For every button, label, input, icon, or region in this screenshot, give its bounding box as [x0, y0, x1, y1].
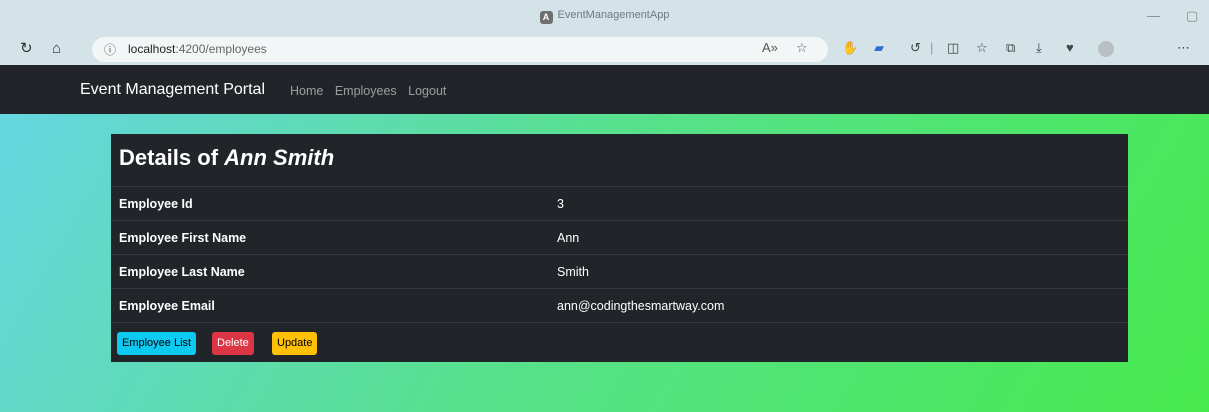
app-navbar: Event Management Portal Home Employees L…	[0, 65, 1209, 114]
field-value: ann@codingthesmartway.com	[557, 299, 725, 313]
maximize-icon[interactable]: ▢	[1186, 8, 1198, 24]
title-prefix: Details of	[119, 145, 219, 170]
browser-titlebar: A EventManagementApp — ▢	[0, 0, 1209, 33]
split-screen-icon[interactable]: ◫	[947, 40, 959, 56]
field-value: 3	[557, 197, 564, 211]
refresh-icon[interactable]: ↻	[20, 39, 33, 59]
table-row: Employee First Name Ann	[111, 220, 1128, 254]
nav-employees-link[interactable]: Employees	[335, 84, 397, 98]
field-label: Employee Id	[119, 197, 193, 211]
field-label: Employee Email	[119, 299, 215, 313]
minimize-icon[interactable]: —	[1147, 8, 1160, 23]
extension-icon[interactable]: ▰	[874, 40, 884, 56]
table-row: Employee Last Name Smith	[111, 254, 1128, 288]
url-path: :4200/employees	[175, 42, 267, 56]
browser-tab[interactable]: A EventManagementApp	[0, 9, 1209, 24]
more-menu-icon[interactable]: ⋯	[1177, 40, 1190, 56]
read-aloud-icon[interactable]: A»	[762, 40, 778, 55]
address-bar[interactable]: ⓘ localhost:4200/employees A» ☆	[92, 37, 828, 62]
extension-icon[interactable]: ↺	[910, 40, 921, 56]
field-label: Employee First Name	[119, 231, 247, 245]
employee-name: Ann Smith	[224, 145, 335, 170]
action-row: Employee List Delete Update	[111, 322, 1128, 362]
url-text: localhost:4200/employees	[128, 42, 267, 56]
nav-links: Home Employees Logout	[290, 84, 454, 98]
table-row: Employee Id 3	[111, 186, 1128, 220]
nav-logout-link[interactable]: Logout	[408, 84, 446, 98]
browser-toolbar: ↻ ⌂ ⓘ localhost:4200/employees A» ☆ ✋ ▰ …	[0, 33, 1209, 65]
delete-button[interactable]: Delete	[212, 332, 254, 355]
field-value: Ann	[557, 231, 580, 245]
favorites-icon[interactable]: ☆	[976, 40, 988, 56]
main-content: Details of Ann Smith Employee Id 3 Emplo…	[0, 114, 1209, 412]
page-title: Details of Ann Smith	[119, 145, 334, 171]
employee-details-table: Details of Ann Smith Employee Id 3 Emplo…	[111, 134, 1128, 362]
brand-link[interactable]: Event Management Portal	[80, 81, 265, 99]
toolbar-divider: |	[930, 40, 934, 55]
update-button[interactable]: Update	[272, 332, 318, 355]
field-label: Employee Last Name	[119, 265, 245, 279]
favorite-star-icon[interactable]: ☆	[796, 40, 808, 56]
table-row: Employee Email ann@codingthesmartway.com	[111, 288, 1128, 322]
field-value: Smith	[557, 265, 589, 279]
home-icon[interactable]: ⌂	[52, 39, 61, 59]
tab-title: EventManagementApp	[557, 9, 670, 21]
url-host: localhost	[128, 42, 176, 56]
profile-avatar[interactable]	[1098, 41, 1114, 57]
employee-list-button[interactable]: Employee List	[117, 332, 197, 355]
site-info-icon[interactable]: ⓘ	[104, 41, 116, 58]
download-icon[interactable]: ⤓	[1036, 40, 1042, 56]
collections-icon[interactable]: ⧉	[1006, 40, 1015, 56]
extension-icon[interactable]: ✋	[842, 40, 858, 56]
angular-icon: A	[539, 11, 553, 24]
nav-home-link[interactable]: Home	[290, 84, 323, 98]
extension-icon[interactable]: ♥	[1066, 40, 1074, 55]
